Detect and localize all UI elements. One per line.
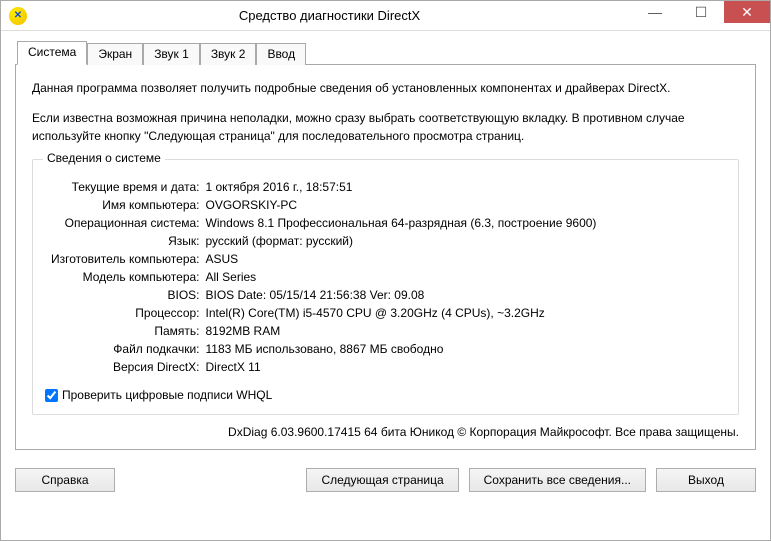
whql-checkbox[interactable] xyxy=(45,389,58,402)
intro-text-2: Если известна возможная причина неполадк… xyxy=(32,109,739,145)
spacer xyxy=(125,468,296,492)
info-row: Изготовитель компьютера:ASUS xyxy=(51,250,596,268)
info-value: All Series xyxy=(206,268,597,286)
info-value: русский (формат: русский) xyxy=(206,232,597,250)
info-label: Имя компьютера: xyxy=(51,196,206,214)
info-value: Windows 8.1 Профессиональная 64-разрядна… xyxy=(206,214,597,232)
fieldset-legend: Сведения о системе xyxy=(43,151,165,165)
info-value: ASUS xyxy=(206,250,597,268)
info-row: Память:8192MB RAM xyxy=(51,322,596,340)
tab-panel: Данная программа позволяет получить подр… xyxy=(15,65,756,450)
save-all-button[interactable]: Сохранить все сведения... xyxy=(469,468,646,492)
help-button[interactable]: Справка xyxy=(15,468,115,492)
info-row: Текущие время и дата:1 октября 2016 г., … xyxy=(51,178,596,196)
info-label: Файл подкачки: xyxy=(51,340,206,358)
window-title: Средство диагностики DirectX xyxy=(27,8,632,23)
info-row: Процессор:Intel(R) Core(TM) i5-4570 CPU … xyxy=(51,304,596,322)
whql-checkbox-row: Проверить цифровые подписи WHQL xyxy=(45,388,726,402)
tabstrip: Система Экран Звук 1 Звук 2 Ввод xyxy=(15,41,756,65)
info-label: Процессор: xyxy=(51,304,206,322)
titlebar: Средство диагностики DirectX — ☐ ✕ xyxy=(1,1,770,31)
info-table: Текущие время и дата:1 октября 2016 г., … xyxy=(51,178,596,376)
info-label: Модель компьютера: xyxy=(51,268,206,286)
close-button[interactable]: ✕ xyxy=(724,1,770,23)
info-row: Язык:русский (формат: русский) xyxy=(51,232,596,250)
info-value: OVGORSKIY-PC xyxy=(206,196,597,214)
window-controls: — ☐ ✕ xyxy=(632,1,770,30)
info-label: Текущие время и дата: xyxy=(51,178,206,196)
tab-input[interactable]: Ввод xyxy=(256,43,306,65)
content-area: Система Экран Звук 1 Звук 2 Ввод Данная … xyxy=(1,31,770,460)
footer-text: DxDiag 6.03.9600.17415 64 бита Юникод © … xyxy=(32,425,739,439)
info-label: Язык: xyxy=(51,232,206,250)
info-row: Версия DirectX:DirectX 11 xyxy=(51,358,596,376)
info-row: Модель компьютера:All Series xyxy=(51,268,596,286)
next-page-button[interactable]: Следующая страница xyxy=(306,468,458,492)
info-label: Память: xyxy=(51,322,206,340)
minimize-button[interactable]: — xyxy=(632,1,678,23)
exit-button[interactable]: Выход xyxy=(656,468,756,492)
info-value: 1 октября 2016 г., 18:57:51 xyxy=(206,178,597,196)
info-value: DirectX 11 xyxy=(206,358,597,376)
info-label: Версия DirectX: xyxy=(51,358,206,376)
info-row: BIOS:BIOS Date: 05/15/14 21:56:38 Ver: 0… xyxy=(51,286,596,304)
tab-sound1[interactable]: Звук 1 xyxy=(143,43,200,65)
tab-system[interactable]: Система xyxy=(17,41,87,65)
info-value: BIOS Date: 05/15/14 21:56:38 Ver: 09.08 xyxy=(206,286,597,304)
tab-display[interactable]: Экран xyxy=(87,43,143,65)
info-value: 8192MB RAM xyxy=(206,322,597,340)
maximize-button[interactable]: ☐ xyxy=(678,1,724,23)
info-row: Файл подкачки:1183 МБ использовано, 8867… xyxy=(51,340,596,358)
button-bar: Справка Следующая страница Сохранить все… xyxy=(1,460,770,504)
info-row: Имя компьютера:OVGORSKIY-PC xyxy=(51,196,596,214)
info-row: Операционная система:Windows 8.1 Професс… xyxy=(51,214,596,232)
system-info-fieldset: Сведения о системе Текущие время и дата:… xyxy=(32,159,739,415)
intro-text-1: Данная программа позволяет получить подр… xyxy=(32,79,739,97)
whql-checkbox-label: Проверить цифровые подписи WHQL xyxy=(62,388,272,402)
info-label: BIOS: xyxy=(51,286,206,304)
info-label: Изготовитель компьютера: xyxy=(51,250,206,268)
info-label: Операционная система: xyxy=(51,214,206,232)
dxdiag-window: Средство диагностики DirectX — ☐ ✕ Систе… xyxy=(0,0,771,541)
tab-sound2[interactable]: Звук 2 xyxy=(200,43,257,65)
info-value: 1183 МБ использовано, 8867 МБ свободно xyxy=(206,340,597,358)
dxdiag-icon xyxy=(9,7,27,25)
info-value: Intel(R) Core(TM) i5-4570 CPU @ 3.20GHz … xyxy=(206,304,597,322)
